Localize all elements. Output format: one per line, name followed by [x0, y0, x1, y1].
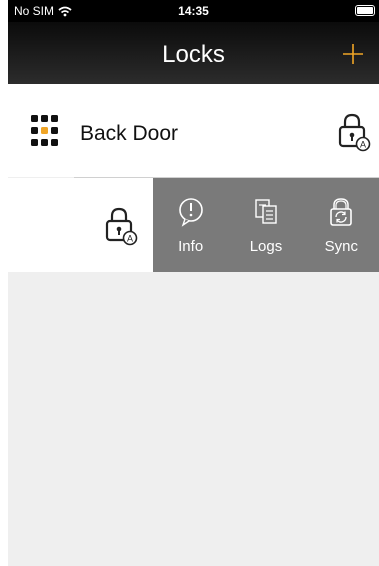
battery-icon — [355, 5, 375, 16]
lock-auto-icon: A — [338, 113, 371, 152]
plus-icon[interactable] — [341, 42, 365, 66]
logs-button[interactable]: Logs — [228, 178, 303, 272]
logs-icon — [255, 199, 277, 224]
page-title: Locks — [162, 41, 225, 68]
info-label: Info — [178, 238, 204, 255]
swipe-actions: Info Logs Sync — [153, 178, 379, 272]
status-bar: No SIM 14:35 — [8, 0, 379, 22]
lock-auto-icon: A — [105, 207, 138, 246]
info-icon — [178, 198, 203, 227]
app-screen: No SIM 14:35 Locks Back Door A A Info Lo… — [8, 0, 379, 566]
sync-label: Sync — [324, 238, 358, 255]
sync-lock-icon — [330, 198, 353, 226]
logs-label: Logs — [249, 238, 283, 255]
svg-text:A: A — [127, 234, 133, 244]
swipe-action-row[interactable]: A Info Logs Sync — [8, 178, 379, 272]
lock-row[interactable]: Back Door A — [8, 84, 379, 177]
app-logo-icon — [31, 115, 58, 146]
navigation-bar: Locks — [8, 22, 379, 84]
sync-button[interactable]: Sync — [304, 178, 379, 272]
info-button[interactable]: Info — [153, 178, 228, 272]
status-time: 14:35 — [178, 4, 209, 18]
lock-name: Back Door — [80, 122, 179, 145]
svg-text:A: A — [360, 140, 366, 150]
empty-list-area — [8, 272, 379, 566]
